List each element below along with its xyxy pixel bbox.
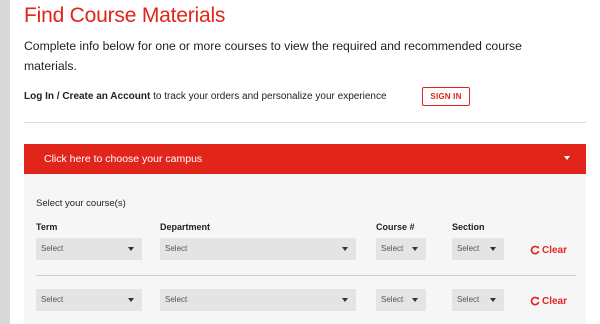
course-number-select[interactable]: Select <box>376 238 426 260</box>
department-column-header: Department <box>160 222 211 232</box>
caret-down-icon <box>412 298 418 302</box>
caret-down-icon <box>490 247 496 251</box>
caret-down-icon <box>342 247 348 251</box>
caret-down-icon <box>128 298 134 302</box>
caret-down-icon <box>412 247 418 251</box>
clear-label: Clear <box>542 296 568 307</box>
page-title: Find Course Materials <box>24 4 226 27</box>
section-select[interactable]: Select <box>452 289 504 311</box>
clear-button[interactable]: Clear <box>530 296 567 308</box>
refresh-icon <box>530 296 540 306</box>
term-select-value: Select <box>41 295 64 304</box>
department-select-value: Select <box>165 295 188 304</box>
select-courses-heading: Select your course(s) <box>36 198 126 209</box>
section-column-header: Section <box>452 222 485 232</box>
find-course-materials-panel: Find Course Materials Complete info belo… <box>10 0 600 324</box>
caret-down-icon <box>342 298 348 302</box>
section-select-value: Select <box>457 244 480 253</box>
department-select[interactable]: Select <box>160 238 356 260</box>
term-select[interactable]: Select <box>36 238 142 260</box>
choose-campus-dropdown[interactable]: Click here to choose your campus <box>24 144 586 174</box>
course-number-select-value: Select <box>381 244 404 253</box>
department-select-value: Select <box>165 244 188 253</box>
section-select[interactable]: Select <box>452 238 504 260</box>
row-divider <box>36 275 576 276</box>
course-number-column-header: Course # <box>376 222 415 232</box>
login-row: Log In / Create an Account to track your… <box>24 90 387 104</box>
term-column-header: Term <box>36 222 58 232</box>
caret-down-icon <box>490 298 496 302</box>
course-number-select[interactable]: Select <box>376 289 426 311</box>
course-selection-area: Select your course(s) Term Department Co… <box>24 174 586 324</box>
department-select[interactable]: Select <box>160 289 356 311</box>
refresh-icon <box>530 245 540 255</box>
clear-button[interactable]: Clear <box>530 245 567 257</box>
term-select-value: Select <box>41 244 64 253</box>
intro-text: Complete info below for one or more cour… <box>24 39 522 73</box>
login-description: to track your orders and personalize you… <box>150 91 387 102</box>
login-create-account-link[interactable]: Log In / Create an Account <box>24 91 150 102</box>
section-select-value: Select <box>457 295 480 304</box>
caret-down-icon <box>128 247 134 251</box>
choose-campus-label: Click here to choose your campus <box>44 153 203 165</box>
term-select[interactable]: Select <box>36 289 142 311</box>
course-number-select-value: Select <box>381 295 404 304</box>
caret-down-icon <box>564 156 570 160</box>
section-divider <box>24 122 586 123</box>
sign-in-button[interactable]: SIGN IN <box>422 87 470 106</box>
clear-label: Clear <box>542 245 568 256</box>
